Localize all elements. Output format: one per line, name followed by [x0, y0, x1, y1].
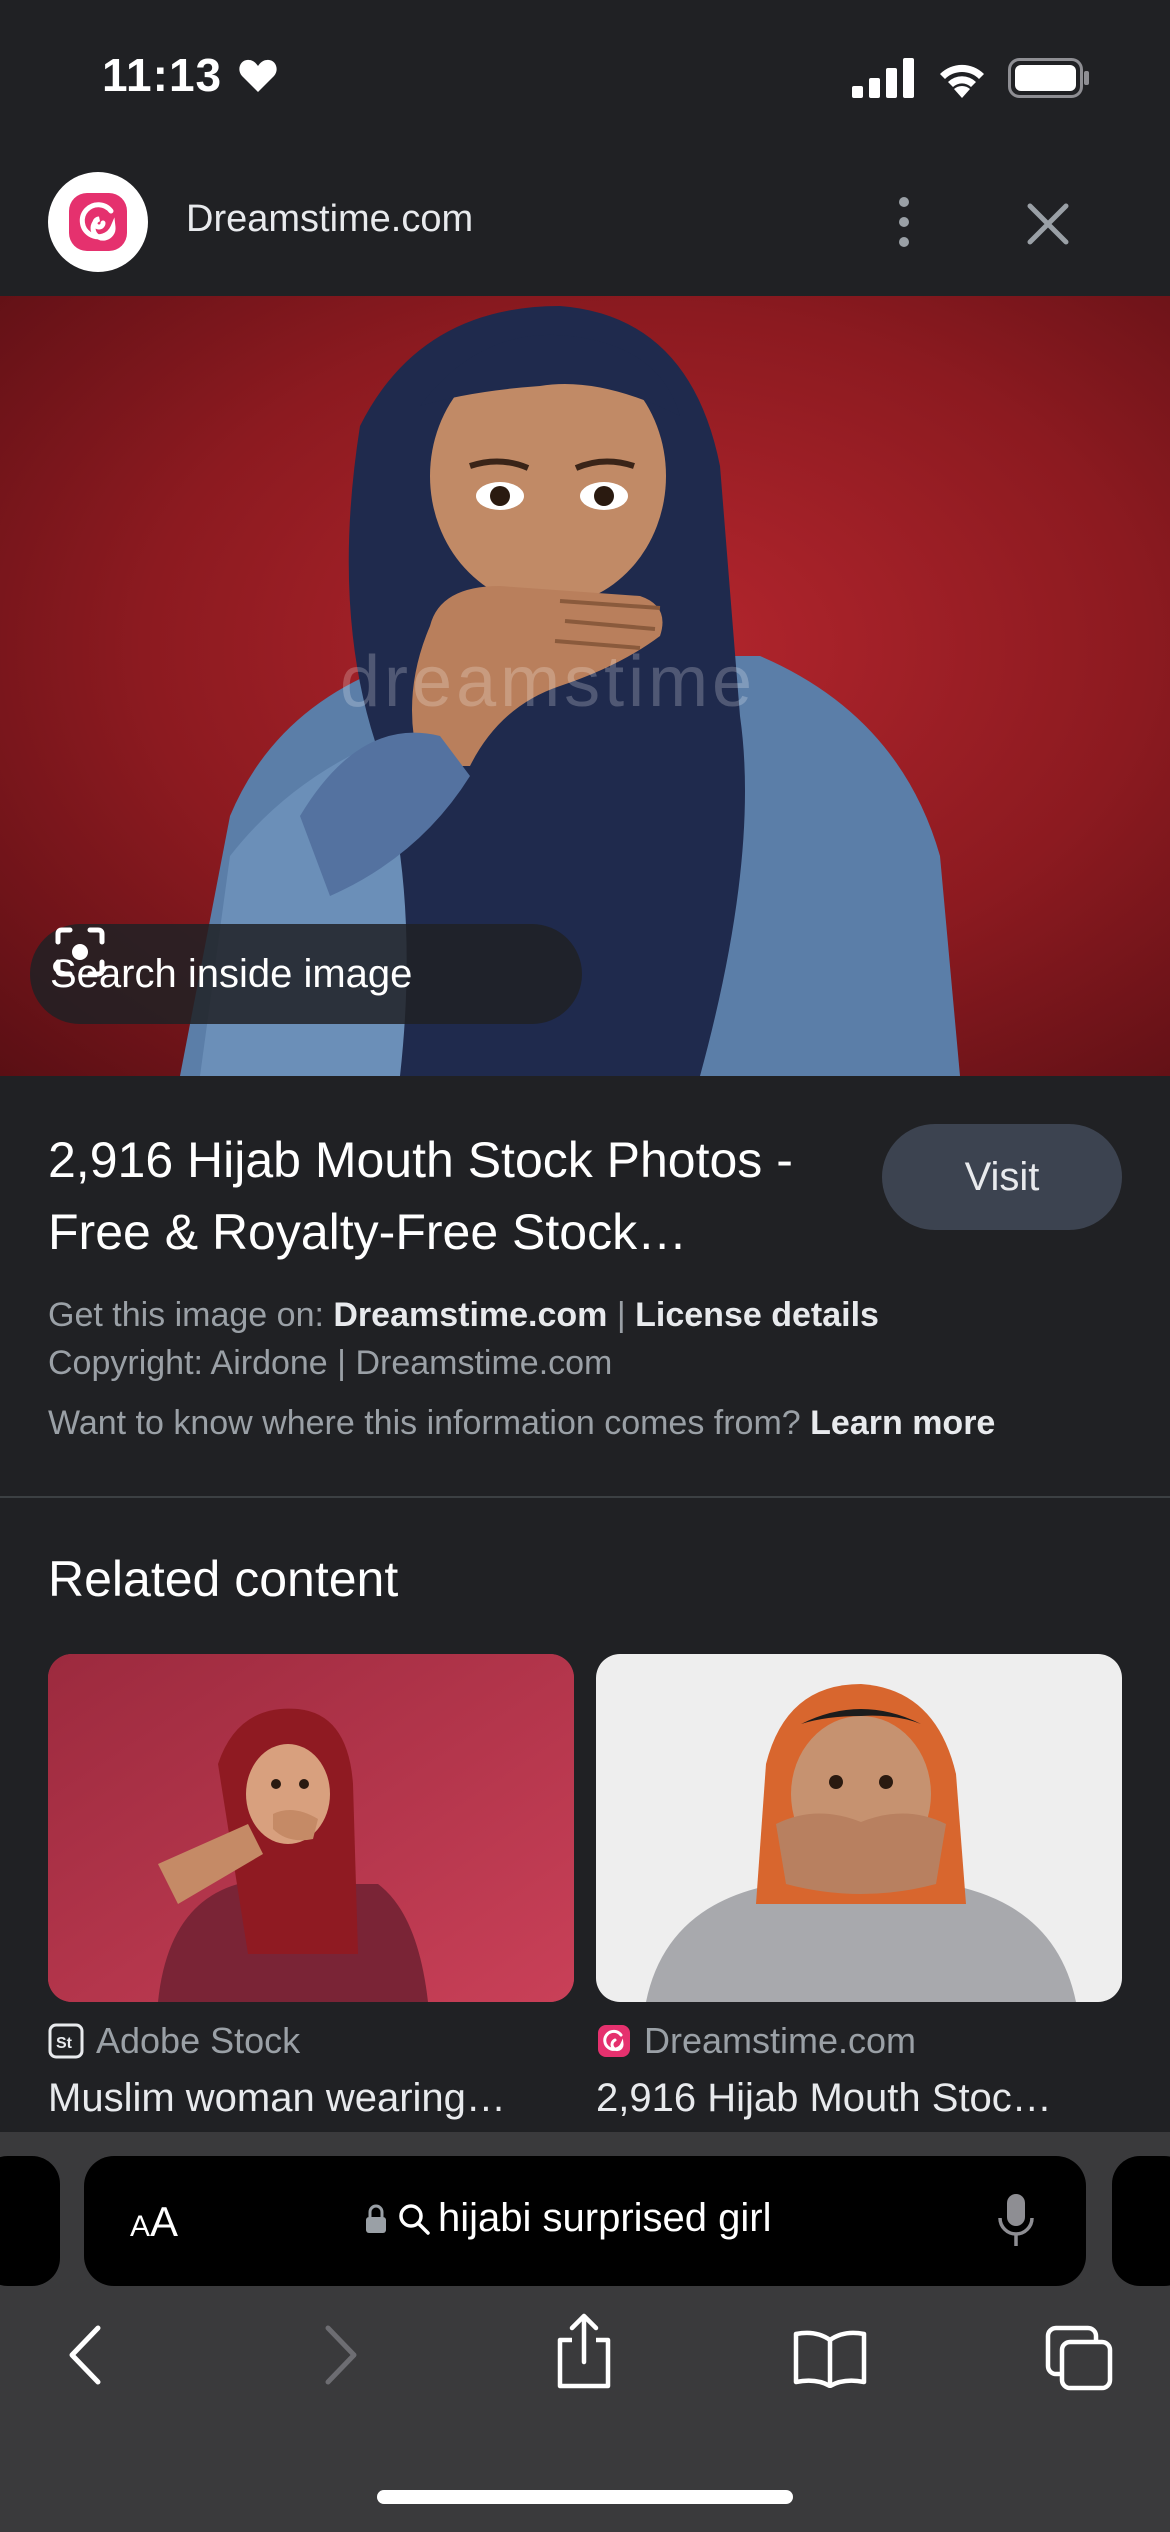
cellular-signal-icon [852, 58, 914, 98]
related-source-name: Adobe Stock [96, 2020, 301, 2061]
dreamstime-logo-icon [48, 172, 148, 272]
get-image-source-link[interactable]: Dreamstime.com [333, 1296, 607, 1334]
related-source-name: Dreamstime.com [644, 2020, 917, 2061]
related-source: St Adobe Stock [48, 2020, 574, 2062]
status-bar: 11:13 [0, 0, 1170, 150]
search-inside-image-button[interactable]: Search inside image [30, 924, 582, 1024]
dreamstime-icon [598, 2025, 630, 2057]
separator: | [616, 1296, 626, 1334]
wifi-icon [940, 64, 984, 98]
bookmarks-icon[interactable] [792, 2328, 868, 2388]
microphone-icon[interactable] [996, 2192, 1036, 2250]
info-source-line: Want to know where this information come… [48, 1404, 995, 1443]
source-site-name[interactable]: Dreamstime.com [186, 198, 473, 241]
related-title[interactable]: Muslim woman wearing… [48, 2076, 574, 2121]
battery-icon [1008, 58, 1089, 98]
related-item[interactable]: Dreamstime.com 2,916 Hijab Mouth Stoc… [596, 1654, 1122, 2121]
lock-icon [366, 2204, 386, 2233]
related-item[interactable]: St Adobe Stock Muslim woman wearing… [48, 1654, 574, 2121]
get-image-prefix: Get this image on: [48, 1296, 324, 1334]
more-options-icon[interactable] [880, 190, 928, 254]
related-source: Dreamstime.com [596, 2020, 1122, 2062]
share-icon[interactable] [552, 2312, 616, 2392]
close-icon[interactable] [1018, 194, 1078, 254]
forward-icon[interactable] [314, 2320, 364, 2390]
clock: 11:13 [102, 49, 223, 101]
address-bar[interactable]: AA hijabi surprised girl [84, 2156, 1086, 2286]
home-indicator[interactable] [377, 2490, 793, 2504]
get-image-line: Get this image on: Dreamstime.com | Lice… [48, 1296, 879, 1335]
result-title[interactable]: 2,916 Hijab Mouth Stock Photos - Free & … [48, 1124, 868, 1268]
related-thumbnail[interactable] [48, 1654, 574, 2002]
browser-toolbar: AA hijabi surprised girl [0, 2132, 1170, 2532]
previous-tab-edge[interactable] [0, 2156, 60, 2286]
lens-icon [55, 927, 105, 977]
watermark-text: dreamstime [340, 642, 756, 722]
related-title[interactable]: 2,916 Hijab Mouth Stoc… [596, 2076, 1122, 2121]
url-text: hijabi surprised girl [438, 2196, 772, 2240]
preview-image[interactable]: dreamstime Search inside image [0, 296, 1170, 1076]
back-icon[interactable] [62, 2320, 112, 2390]
url-display[interactable]: hijabi surprised girl [364, 2196, 771, 2241]
svg-text:St: St [56, 2035, 73, 2052]
visit-button[interactable]: Visit [882, 1124, 1122, 1230]
copyright-line: Copyright: Airdone | Dreamstime.com [48, 1344, 613, 1382]
tabs-icon[interactable] [1044, 2324, 1114, 2392]
next-tab-edge[interactable] [1112, 2156, 1170, 2286]
related-content-heading: Related content [48, 1551, 399, 1607]
heart-icon [239, 59, 277, 92]
page-settings-button[interactable]: AA [130, 2198, 178, 2246]
divider [0, 1496, 1170, 1498]
source-header: Dreamstime.com [0, 160, 1170, 296]
license-details-link[interactable]: License details [635, 1296, 879, 1334]
search-icon [399, 2203, 430, 2235]
info-question: Want to know where this information come… [48, 1404, 801, 1442]
learn-more-link[interactable]: Learn more [810, 1404, 995, 1442]
related-thumbnail[interactable] [596, 1654, 1122, 2002]
adobe-stock-icon: St [48, 2023, 84, 2059]
